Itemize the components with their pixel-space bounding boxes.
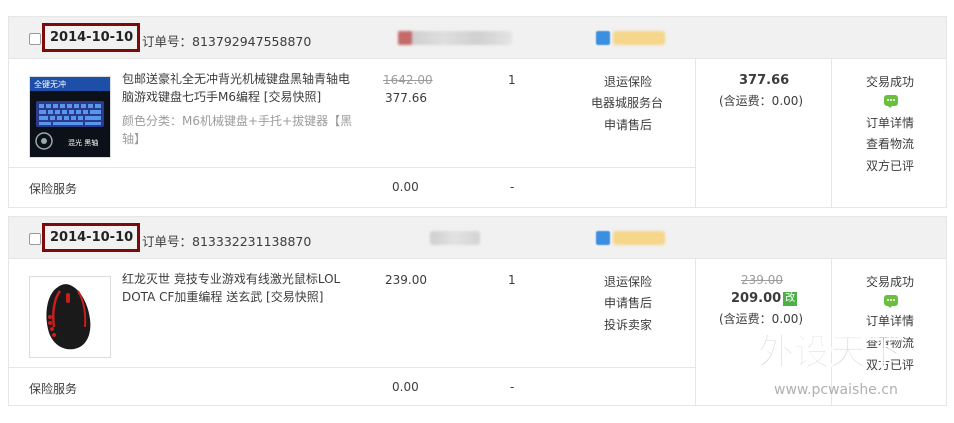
order-number: 订单号：813332231138870 bbox=[142, 231, 311, 250]
order-total: 377.66 bbox=[739, 73, 790, 88]
column-divider bbox=[695, 59, 696, 207]
message-icon[interactable] bbox=[884, 295, 898, 308]
order-date: 2014-10-10 bbox=[42, 223, 140, 252]
trade-status: 交易成功 bbox=[866, 75, 915, 89]
product-spec: 颜色分类：M6机械键盘+手托+拔键器【黑轴】 bbox=[122, 114, 353, 146]
product-thumbnail-keyboard[interactable]: 全键无冲 混光 黑轴 bbox=[29, 76, 111, 158]
order-card: 2014-10-10 订单号：813792947558870 全键无冲 混光 黑… bbox=[8, 16, 947, 208]
complain-seller-link[interactable]: 投诉卖家 bbox=[604, 316, 652, 333]
after-sales-link[interactable]: 申请售后 bbox=[604, 294, 652, 311]
original-total: 239.00 bbox=[741, 273, 783, 287]
both-reviewed-link[interactable]: 双方已评 bbox=[866, 157, 914, 174]
shipping-insurance-link[interactable]: 退运保险 bbox=[604, 273, 652, 290]
shipping-fee: (含运费：0.00) bbox=[719, 94, 804, 108]
seller-name-blurred[interactable] bbox=[430, 231, 480, 245]
order-header: 2014-10-10 订单号：813332231138870 bbox=[9, 217, 946, 259]
unit-price: 239.00 bbox=[385, 273, 427, 287]
shipping-fee: (含运费：0.00) bbox=[719, 312, 804, 326]
order-date: 2014-10-10 bbox=[42, 23, 140, 52]
order-number-value: 813332231138870 bbox=[192, 234, 312, 249]
insurance-service-price: 0.00 bbox=[392, 380, 419, 394]
view-logistics-link[interactable]: 查看物流 bbox=[866, 135, 914, 152]
thumbnail-caption-top: 全键无冲 bbox=[34, 79, 66, 89]
insurance-service-qty: - bbox=[510, 180, 515, 194]
order-number-value: 813792947558870 bbox=[192, 34, 312, 49]
order-number-label: 订单号： bbox=[142, 234, 193, 249]
order-total: 209.00 bbox=[731, 291, 782, 306]
order-card: 2014-10-10 订单号：813332231138870 红龙灭世 竞技专业… bbox=[8, 216, 947, 406]
product-title-link[interactable]: 包邮送豪礼全无冲背光机械键盘黑轴青轴电脑游戏键盘七巧手M6编程 [交易快照] bbox=[122, 70, 360, 106]
column-divider bbox=[831, 259, 832, 405]
product-title-link[interactable]: 红龙灭世 竞技专业游戏有线激光鼠标LOL DOTA CF加重编程 送玄武 [交易… bbox=[122, 270, 360, 306]
wangwang-chat-icon[interactable] bbox=[596, 231, 610, 245]
order-detail-link[interactable]: 订单详情 bbox=[866, 312, 914, 329]
unit-price: 377.66 bbox=[385, 91, 427, 105]
order-select-checkbox[interactable] bbox=[29, 233, 41, 245]
price-modified-badge: 改 bbox=[783, 291, 798, 306]
thumbnail-caption-bottom: 混光 黑轴 bbox=[68, 138, 98, 147]
trade-status: 交易成功 bbox=[866, 275, 915, 289]
service-desk-link[interactable]: 电器城服务台 bbox=[591, 94, 663, 111]
column-divider bbox=[695, 259, 696, 405]
wangwang-status-blurred[interactable] bbox=[613, 231, 665, 245]
insurance-service-label: 保险服务 bbox=[29, 382, 78, 396]
view-logistics-link[interactable]: 查看物流 bbox=[866, 334, 914, 351]
column-divider bbox=[831, 59, 832, 207]
both-reviewed-link[interactable]: 双方已评 bbox=[866, 356, 914, 373]
service-row-divider bbox=[9, 367, 695, 368]
insurance-service-price: 0.00 bbox=[392, 180, 419, 194]
message-icon[interactable] bbox=[884, 95, 898, 108]
order-detail-link[interactable]: 订单详情 bbox=[866, 114, 914, 131]
order-header: 2014-10-10 订单号：813792947558870 bbox=[9, 17, 946, 59]
order-number: 订单号：813792947558870 bbox=[142, 31, 311, 50]
insurance-service-label: 保险服务 bbox=[29, 182, 78, 196]
seller-name-blurred[interactable] bbox=[398, 31, 512, 45]
original-price: 1642.00 bbox=[383, 73, 433, 87]
shipping-insurance-link[interactable]: 退运保险 bbox=[604, 73, 652, 90]
wangwang-chat-icon[interactable] bbox=[596, 31, 610, 45]
product-thumbnail-mouse[interactable] bbox=[29, 276, 111, 358]
order-number-label: 订单号： bbox=[142, 34, 193, 49]
order-total-row: 209.00 改 bbox=[731, 291, 798, 306]
quantity: 1 bbox=[508, 273, 516, 287]
after-sales-link[interactable]: 申请售后 bbox=[604, 116, 652, 133]
service-row-divider bbox=[9, 167, 695, 168]
order-select-checkbox[interactable] bbox=[29, 33, 41, 45]
quantity: 1 bbox=[508, 73, 516, 87]
insurance-service-qty: - bbox=[510, 380, 515, 394]
wangwang-status-blurred[interactable] bbox=[613, 31, 665, 45]
